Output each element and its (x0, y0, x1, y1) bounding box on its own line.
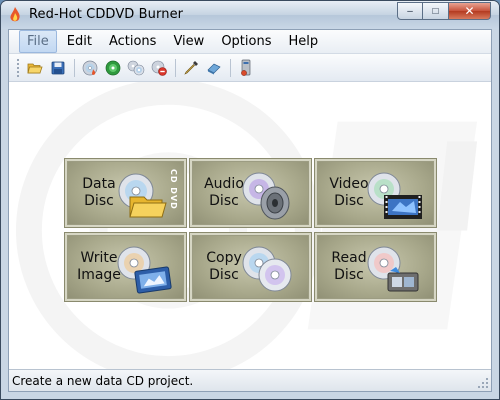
toolbar (9, 54, 491, 82)
content-area: Data Disc CD DVD Audio Disc Video Disc W… (9, 82, 491, 369)
burn-disc-icon (82, 60, 98, 75)
write-image-icon (117, 246, 172, 294)
drive-button[interactable] (235, 57, 257, 79)
resize-grip-icon[interactable] (477, 377, 489, 389)
copy-disc-tile-icon (242, 246, 292, 292)
eyedropper-button[interactable] (180, 57, 202, 79)
menu-bar: File Edit Actions View Options Help (9, 30, 491, 54)
open-folder-icon (27, 63, 43, 73)
maximize-button[interactable]: □ (423, 2, 449, 20)
write-image-tile[interactable]: Write Image (64, 232, 187, 302)
data-disc-tile[interactable]: Data Disc CD DVD (64, 158, 187, 228)
window-title: Red-Hot CDDVD Burner (29, 7, 184, 22)
audio-disc-icon (242, 172, 290, 220)
menu-edit[interactable]: Edit (60, 31, 99, 52)
toolbar-separator (230, 58, 231, 77)
audio-disc-tile[interactable]: Audio Disc (189, 158, 312, 228)
menu-actions[interactable]: Actions (102, 31, 164, 52)
app-window: Red-Hot CDDVD Burner – □ ✕ File Edit Act… (0, 0, 500, 400)
video-disc-tile[interactable]: Video Disc (314, 158, 437, 228)
status-text: Create a new data CD project. (12, 373, 194, 388)
save-button[interactable] (47, 57, 69, 79)
burn-button[interactable] (79, 57, 101, 79)
toolbar-separator (74, 58, 75, 77)
task-tiles: Data Disc CD DVD Audio Disc Video Disc W… (64, 158, 437, 302)
play-button[interactable] (102, 57, 124, 79)
close-icon: ✕ (464, 4, 475, 18)
read-disc-tile[interactable]: Read Disc (314, 232, 437, 302)
copy-disc-icon (127, 60, 145, 75)
save-icon (51, 61, 65, 74)
cd-dvd-badge: CD DVD (169, 169, 178, 210)
menu-options[interactable]: Options (214, 31, 278, 52)
eraser-icon (207, 63, 221, 74)
copy-disc-tile[interactable]: Copy Disc (189, 232, 312, 302)
read-disc-icon (367, 246, 419, 292)
maximize-icon: □ (432, 5, 439, 17)
menu-file[interactable]: File (19, 30, 57, 53)
play-disc-icon (105, 60, 121, 75)
copy-button[interactable] (125, 57, 147, 79)
window-controls: – □ ✕ (397, 2, 491, 20)
toolbar-separator (175, 58, 176, 77)
drive-icon (241, 59, 251, 76)
title-bar[interactable]: Red-Hot CDDVD Burner – □ ✕ (1, 1, 499, 29)
minimize-icon: – (407, 5, 413, 17)
menu-view[interactable]: View (166, 31, 211, 52)
open-button[interactable] (24, 57, 46, 79)
client-area: File Edit Actions View Options Help Data… (8, 29, 492, 392)
video-disc-icon (367, 172, 422, 219)
close-button[interactable]: ✕ (449, 2, 491, 20)
eraser-button[interactable] (203, 57, 225, 79)
minimize-button[interactable]: – (397, 2, 423, 20)
eyedropper-icon (184, 60, 198, 75)
menu-help[interactable]: Help (281, 31, 325, 52)
status-bar: Create a new data CD project. (9, 369, 491, 391)
erase-button[interactable] (148, 57, 170, 79)
flame-app-icon (10, 7, 20, 22)
erase-disc-icon (151, 60, 167, 76)
toolbar-grip[interactable] (17, 58, 20, 77)
